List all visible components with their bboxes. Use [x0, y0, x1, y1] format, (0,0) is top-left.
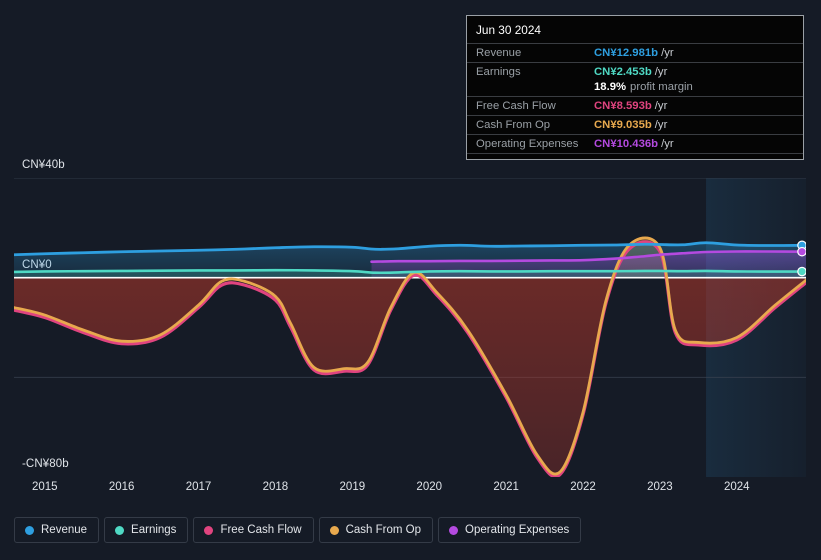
tooltip-row-value: CN¥9.035b	[594, 119, 652, 131]
tooltip-row-label: Free Cash Flow	[476, 100, 556, 112]
legend-item-label: Earnings	[131, 524, 177, 536]
tooltip-row-label: Operating Expenses	[476, 138, 579, 150]
x-axis-tick-2024: 2024	[723, 481, 750, 493]
tooltip-row-value: CN¥2.453b	[594, 66, 652, 78]
tooltip-row-value: CN¥12.981b	[594, 47, 659, 59]
x-axis-tick-2020: 2020	[416, 481, 443, 493]
legend-item-cash-from-op[interactable]: Cash From Op	[318, 517, 434, 543]
tooltip-row-unit: profit margin	[630, 81, 693, 93]
legend-item-free-cash-flow[interactable]: Free Cash Flow	[193, 517, 314, 543]
tooltip-row-unit: /yr	[654, 100, 668, 112]
x-axis: 2015 2016 2017 2018 2019 2020 2021 2022 2023 2024	[14, 477, 806, 503]
legend-item-label: Operating Expenses	[465, 524, 570, 536]
tooltip-row-label: Earnings	[476, 66, 521, 78]
data-tooltip: Jun 30 2024 Revenue CN¥12.981b/yr Earnings…	[466, 15, 804, 160]
tooltip-row-value: 18.9%	[594, 81, 627, 93]
x-axis-tick-2015: 2015	[31, 481, 58, 493]
legend-item-label: Cash From Op	[345, 524, 422, 536]
tooltip-row: Operating Expenses CN¥10.436b/yr	[467, 134, 803, 153]
legend-item-label: Free Cash Flow	[220, 524, 302, 536]
tooltip-row-unit: /yr	[654, 66, 668, 78]
tooltip-row-label: Revenue	[476, 47, 522, 59]
legend-color-dot-icon	[449, 525, 459, 535]
x-axis-tick-2023: 2023	[647, 481, 673, 493]
y-axis-label-top: CN¥40b	[22, 159, 65, 171]
tooltip-date: Jun 30 2024	[476, 23, 541, 37]
chart-page: CN¥40b CN¥0 -CN¥80b 20152016201720182019…	[0, 0, 821, 560]
legend-color-dot-icon	[25, 525, 34, 535]
chart-legend[interactable]: Revenue Earnings Free Cash Flow Cash From O…	[14, 517, 582, 543]
tooltip-row: Earnings CN¥2.453b/yr	[467, 62, 803, 81]
tooltip-rows: Revenue CN¥12.981b/yr Earnings CN¥2.453b/yr…	[467, 43, 803, 153]
financials-chart[interactable]	[14, 178, 806, 477]
tooltip-row: 18.9% profit margin	[467, 81, 803, 96]
tooltip-row-value: CN¥10.436b	[594, 138, 659, 150]
legend-item-earnings[interactable]: Earnings	[104, 517, 189, 543]
tooltip-row: Free Cash Flow CN¥8.593b/yr	[467, 96, 803, 115]
tooltip-row-value: CN¥8.593b	[594, 100, 652, 112]
tooltip-row: Cash From Op CN¥9.035b/yr	[467, 115, 803, 134]
legend-color-dot-icon	[329, 525, 339, 535]
x-axis-tick-2019: 2019	[339, 481, 366, 493]
x-axis-tick-2018: 2018	[262, 481, 289, 493]
tooltip-row-unit: /yr	[654, 119, 668, 131]
tooltip-row-label: Cash From Op	[476, 119, 551, 131]
legend-item-revenue[interactable]: Revenue	[14, 517, 100, 543]
operating-expenses-endpoint-marker	[797, 246, 806, 257]
x-axis-tick-2016: 2016	[108, 481, 135, 493]
chart-plot-area[interactable]	[14, 178, 806, 477]
x-axis-tick-2021: 2021	[493, 481, 519, 493]
legend-color-dot-icon	[204, 525, 214, 535]
tooltip-row: Revenue CN¥12.981b/yr	[467, 43, 803, 62]
legend-color-dot-icon	[115, 525, 125, 535]
x-axis-tick-2017: 2017	[185, 481, 212, 493]
x-axis-tick-2022: 2022	[570, 481, 596, 493]
tooltip-row-unit: /yr	[661, 47, 674, 59]
tooltip-footer-divider	[467, 153, 803, 159]
tooltip-row-unit: /yr	[661, 138, 674, 150]
earnings-endpoint-marker	[797, 266, 806, 277]
legend-item-operating-expenses[interactable]: Operating Expenses	[438, 517, 582, 543]
legend-item-label: Revenue	[41, 524, 88, 536]
